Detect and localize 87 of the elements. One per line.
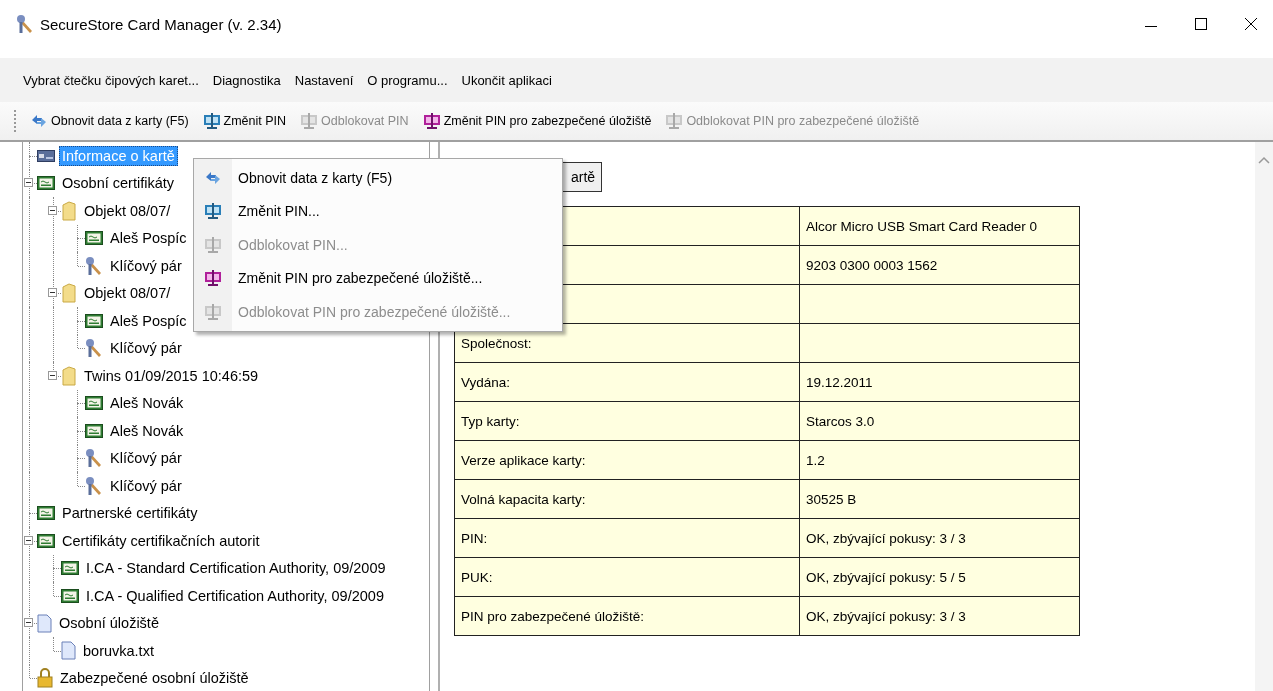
field-label: PIN pro zabezpečené úložiště:: [461, 608, 645, 624]
tree-item[interactable]: Osobní certifikáty: [59, 173, 177, 194]
field-value: 9203 0300 0003 1562: [806, 257, 938, 273]
field-label: PUK:: [461, 569, 493, 585]
field-value: Starcos 3.0: [806, 413, 875, 429]
monitor-icon: [204, 236, 222, 253]
toolbar-button[interactable]: Změnit PIN pro zabezpečené úložiště: [420, 111, 654, 131]
tree-item[interactable]: Twins 01/09/2015 10:46:59: [81, 365, 262, 386]
monitor-icon: [300, 113, 319, 129]
tree-item[interactable]: Aleš Novák: [107, 420, 187, 441]
certificate-icon: [37, 175, 55, 192]
monitor-icon: [204, 203, 222, 220]
certificate-icon: [37, 532, 55, 549]
tree-item[interactable]: Objekt 08/07/: [81, 283, 174, 304]
document-icon: [37, 613, 52, 633]
tree-item[interactable]: Aleš Pospíc: [107, 310, 190, 331]
scroll-up-icon[interactable]: [1258, 156, 1270, 164]
tree-item[interactable]: boruvka.txt: [80, 640, 157, 661]
lock-icon: [37, 668, 53, 689]
collapse-icon[interactable]: [48, 288, 57, 298]
field-label: Typ karty:: [461, 413, 520, 429]
certificate-icon: [85, 230, 103, 247]
monitor-icon: [665, 113, 684, 129]
tree-item[interactable]: Osobní úložiště: [56, 613, 162, 634]
close-icon[interactable]: [1245, 18, 1257, 30]
keys-icon: [85, 338, 103, 359]
keys-icon: [85, 448, 103, 469]
certificate-icon: [37, 505, 55, 522]
tree-item[interactable]: Klíčový pár: [107, 475, 185, 496]
menu-item[interactable]: Vybrat čtečku čipových karet...: [16, 68, 206, 92]
field-value: OK, zbývající pokusy: 3 / 3: [806, 608, 966, 624]
menu-item[interactable]: Změnit PIN...: [194, 194, 562, 228]
tree-item[interactable]: Klíčový pár: [107, 338, 185, 359]
menu-item[interactable]: Ukončit aplikaci: [454, 68, 559, 92]
menu-item[interactable]: Obnovit data z karty (F5): [194, 161, 562, 195]
tree-item[interactable]: Zabezpečené osobní úložiště: [57, 668, 252, 689]
refresh-icon: [30, 113, 48, 129]
field-label: Společnost:: [461, 335, 532, 351]
field-value: Alcor Micro USB Smart Card Reader 0: [806, 218, 1038, 234]
tree-item[interactable]: Aleš Novák: [107, 393, 187, 414]
monitor-icon: [204, 303, 222, 320]
collapse-icon[interactable]: [48, 205, 57, 215]
certificate-icon: [85, 422, 103, 439]
certificate-icon: [85, 395, 103, 412]
collapse-icon[interactable]: [24, 618, 33, 628]
keys-icon: [85, 475, 103, 496]
collapse-icon[interactable]: [24, 178, 33, 188]
monitor-icon: [422, 113, 441, 129]
tree-item[interactable]: Klíčový pár: [107, 448, 185, 469]
certificate-icon: [85, 312, 103, 329]
folder-icon: [61, 283, 77, 304]
field-value: OK, zbývající pokusy: 3 / 3: [806, 530, 966, 546]
card-icon: [37, 148, 55, 163]
tree-item[interactable]: I.CA - Qualified Certification Authority, 09/2009: [83, 585, 387, 606]
tree-item[interactable]: Objekt 08/07/: [81, 200, 174, 221]
field-value: 1.2: [806, 452, 825, 468]
tree-item[interactable]: Klíčový pár: [107, 255, 185, 276]
document-icon: [61, 641, 76, 661]
certificate-icon: [61, 560, 79, 577]
collapse-icon[interactable]: [48, 370, 57, 380]
menu-item[interactable]: Nastavení: [287, 68, 361, 92]
menu-item[interactable]: O programu...: [360, 68, 455, 92]
keys-icon: [85, 255, 103, 276]
field-value: 30525 B: [806, 491, 857, 507]
tree-item[interactable]: Partnerské certifikáty: [59, 503, 201, 524]
field-label: PIN:: [461, 530, 488, 546]
collapse-icon[interactable]: [24, 535, 33, 545]
field-label: Volná kapacita karty:: [461, 491, 586, 507]
monitor-icon: [202, 113, 221, 129]
field-value: 19.12.2011: [806, 374, 873, 390]
window-title: SecureStore Card Manager (v. 2.34): [40, 15, 283, 33]
field-label: Verze aplikace karty:: [461, 452, 586, 468]
monitor-icon: [204, 270, 222, 287]
toolbar-button[interactable]: Změnit PIN: [200, 111, 289, 131]
folder-icon: [61, 200, 77, 221]
menu-item[interactable]: Diagnostika: [205, 68, 288, 92]
keys-icon: [16, 14, 34, 34]
menu-item[interactable]: Změnit PIN pro zabezpečené úložiště...: [194, 261, 562, 295]
field-label: Vydána:: [461, 374, 511, 390]
certificate-icon: [61, 587, 79, 604]
tree-item[interactable]: Aleš Pospíc: [107, 228, 190, 249]
toolbar-button[interactable]: Obnovit data z karty (F5): [28, 111, 191, 131]
tree-item[interactable]: Certifikáty certifikačních autorit: [59, 530, 263, 551]
maximize-icon[interactable]: [1195, 18, 1207, 30]
field-value: OK, zbývající pokusy: 5 / 5: [806, 569, 966, 585]
folder-icon: [61, 365, 77, 386]
tree-item[interactable]: I.CA - Standard Certification Authority, 09/2009: [83, 558, 389, 579]
